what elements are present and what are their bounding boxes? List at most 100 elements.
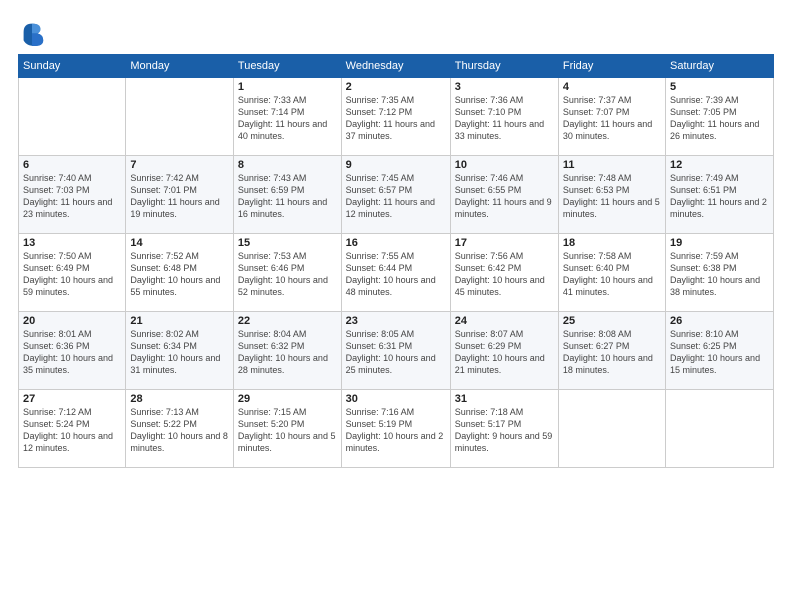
day-info: Sunrise: 8:10 AM Sunset: 6:25 PM Dayligh… [670,328,769,377]
day-number: 7 [130,159,229,171]
day-number: 16 [346,237,446,249]
day-info: Sunrise: 7:50 AM Sunset: 6:49 PM Dayligh… [23,250,121,299]
day-info: Sunrise: 7:36 AM Sunset: 7:10 PM Dayligh… [455,94,554,143]
calendar-cell: 8Sunrise: 7:43 AM Sunset: 6:59 PM Daylig… [233,156,341,234]
calendar-cell: 9Sunrise: 7:45 AM Sunset: 6:57 PM Daylig… [341,156,450,234]
day-number: 21 [130,315,229,327]
calendar-cell: 4Sunrise: 7:37 AM Sunset: 7:07 PM Daylig… [558,78,665,156]
calendar-week-row: 6Sunrise: 7:40 AM Sunset: 7:03 PM Daylig… [19,156,774,234]
day-header-friday: Friday [558,55,665,78]
day-info: Sunrise: 8:04 AM Sunset: 6:32 PM Dayligh… [238,328,337,377]
calendar-container: SundayMondayTuesdayWednesdayThursdayFrid… [0,0,792,612]
day-number: 12 [670,159,769,171]
day-number: 15 [238,237,337,249]
day-header-monday: Monday [126,55,234,78]
day-info: Sunrise: 7:56 AM Sunset: 6:42 PM Dayligh… [455,250,554,299]
calendar-cell [558,390,665,468]
calendar-cell: 20Sunrise: 8:01 AM Sunset: 6:36 PM Dayli… [19,312,126,390]
day-info: Sunrise: 7:48 AM Sunset: 6:53 PM Dayligh… [563,172,661,221]
day-number: 22 [238,315,337,327]
logo [18,18,50,46]
day-number: 2 [346,81,446,93]
calendar-cell: 18Sunrise: 7:58 AM Sunset: 6:40 PM Dayli… [558,234,665,312]
day-number: 28 [130,393,229,405]
calendar-cell: 5Sunrise: 7:39 AM Sunset: 7:05 PM Daylig… [666,78,774,156]
calendar-cell: 28Sunrise: 7:13 AM Sunset: 5:22 PM Dayli… [126,390,234,468]
day-info: Sunrise: 7:55 AM Sunset: 6:44 PM Dayligh… [346,250,446,299]
calendar-cell: 7Sunrise: 7:42 AM Sunset: 7:01 PM Daylig… [126,156,234,234]
day-info: Sunrise: 7:52 AM Sunset: 6:48 PM Dayligh… [130,250,229,299]
day-number: 19 [670,237,769,249]
calendar-cell [126,78,234,156]
day-info: Sunrise: 7:33 AM Sunset: 7:14 PM Dayligh… [238,94,337,143]
day-number: 26 [670,315,769,327]
day-number: 5 [670,81,769,93]
day-number: 25 [563,315,661,327]
day-info: Sunrise: 7:46 AM Sunset: 6:55 PM Dayligh… [455,172,554,221]
calendar-cell: 3Sunrise: 7:36 AM Sunset: 7:10 PM Daylig… [450,78,558,156]
day-info: Sunrise: 7:40 AM Sunset: 7:03 PM Dayligh… [23,172,121,221]
day-header-tuesday: Tuesday [233,55,341,78]
day-number: 1 [238,81,337,93]
calendar-cell: 10Sunrise: 7:46 AM Sunset: 6:55 PM Dayli… [450,156,558,234]
day-header-wednesday: Wednesday [341,55,450,78]
day-number: 4 [563,81,661,93]
day-number: 18 [563,237,661,249]
day-info: Sunrise: 8:08 AM Sunset: 6:27 PM Dayligh… [563,328,661,377]
day-info: Sunrise: 7:18 AM Sunset: 5:17 PM Dayligh… [455,406,554,455]
day-number: 3 [455,81,554,93]
day-header-thursday: Thursday [450,55,558,78]
calendar-cell [666,390,774,468]
day-number: 27 [23,393,121,405]
day-number: 24 [455,315,554,327]
day-number: 29 [238,393,337,405]
calendar-cell: 1Sunrise: 7:33 AM Sunset: 7:14 PM Daylig… [233,78,341,156]
day-info: Sunrise: 7:59 AM Sunset: 6:38 PM Dayligh… [670,250,769,299]
calendar-cell: 2Sunrise: 7:35 AM Sunset: 7:12 PM Daylig… [341,78,450,156]
day-info: Sunrise: 7:15 AM Sunset: 5:20 PM Dayligh… [238,406,337,455]
calendar-cell [19,78,126,156]
day-number: 11 [563,159,661,171]
day-number: 13 [23,237,121,249]
day-info: Sunrise: 7:43 AM Sunset: 6:59 PM Dayligh… [238,172,337,221]
calendar-week-row: 13Sunrise: 7:50 AM Sunset: 6:49 PM Dayli… [19,234,774,312]
day-header-sunday: Sunday [19,55,126,78]
day-number: 23 [346,315,446,327]
calendar-cell: 31Sunrise: 7:18 AM Sunset: 5:17 PM Dayli… [450,390,558,468]
calendar-week-row: 20Sunrise: 8:01 AM Sunset: 6:36 PM Dayli… [19,312,774,390]
day-number: 8 [238,159,337,171]
day-number: 6 [23,159,121,171]
calendar-cell: 29Sunrise: 7:15 AM Sunset: 5:20 PM Dayli… [233,390,341,468]
day-number: 10 [455,159,554,171]
calendar-cell: 23Sunrise: 8:05 AM Sunset: 6:31 PM Dayli… [341,312,450,390]
calendar-cell: 12Sunrise: 7:49 AM Sunset: 6:51 PM Dayli… [666,156,774,234]
day-info: Sunrise: 8:07 AM Sunset: 6:29 PM Dayligh… [455,328,554,377]
calendar-cell: 13Sunrise: 7:50 AM Sunset: 6:49 PM Dayli… [19,234,126,312]
day-number: 30 [346,393,446,405]
calendar-cell: 17Sunrise: 7:56 AM Sunset: 6:42 PM Dayli… [450,234,558,312]
header [18,18,774,46]
day-info: Sunrise: 7:42 AM Sunset: 7:01 PM Dayligh… [130,172,229,221]
logo-icon [18,18,46,46]
calendar-cell: 30Sunrise: 7:16 AM Sunset: 5:19 PM Dayli… [341,390,450,468]
calendar-cell: 11Sunrise: 7:48 AM Sunset: 6:53 PM Dayli… [558,156,665,234]
calendar-cell: 15Sunrise: 7:53 AM Sunset: 6:46 PM Dayli… [233,234,341,312]
day-info: Sunrise: 7:53 AM Sunset: 6:46 PM Dayligh… [238,250,337,299]
day-number: 17 [455,237,554,249]
calendar-cell: 16Sunrise: 7:55 AM Sunset: 6:44 PM Dayli… [341,234,450,312]
calendar-cell: 22Sunrise: 8:04 AM Sunset: 6:32 PM Dayli… [233,312,341,390]
calendar-cell: 24Sunrise: 8:07 AM Sunset: 6:29 PM Dayli… [450,312,558,390]
day-info: Sunrise: 7:12 AM Sunset: 5:24 PM Dayligh… [23,406,121,455]
calendar-cell: 26Sunrise: 8:10 AM Sunset: 6:25 PM Dayli… [666,312,774,390]
day-number: 14 [130,237,229,249]
day-info: Sunrise: 7:13 AM Sunset: 5:22 PM Dayligh… [130,406,229,455]
calendar-week-row: 1Sunrise: 7:33 AM Sunset: 7:14 PM Daylig… [19,78,774,156]
day-info: Sunrise: 8:01 AM Sunset: 6:36 PM Dayligh… [23,328,121,377]
day-info: Sunrise: 7:58 AM Sunset: 6:40 PM Dayligh… [563,250,661,299]
day-info: Sunrise: 7:45 AM Sunset: 6:57 PM Dayligh… [346,172,446,221]
day-info: Sunrise: 7:16 AM Sunset: 5:19 PM Dayligh… [346,406,446,455]
calendar-table: SundayMondayTuesdayWednesdayThursdayFrid… [18,54,774,468]
day-info: Sunrise: 7:49 AM Sunset: 6:51 PM Dayligh… [670,172,769,221]
calendar-cell: 19Sunrise: 7:59 AM Sunset: 6:38 PM Dayli… [666,234,774,312]
calendar-cell: 6Sunrise: 7:40 AM Sunset: 7:03 PM Daylig… [19,156,126,234]
